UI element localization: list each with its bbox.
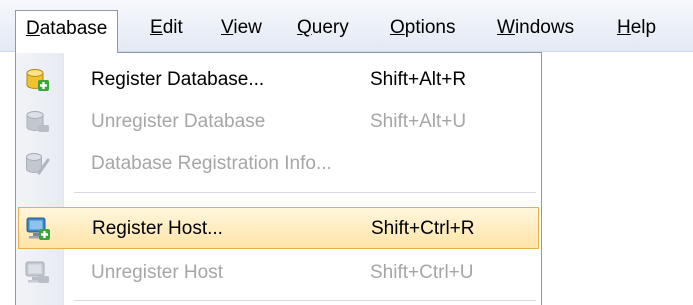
register-host-icon bbox=[26, 217, 50, 240]
menu-item-register-host[interactable]: Register Host... Shift+Ctrl+R bbox=[18, 207, 539, 249]
menu-item-database-registration-info[interactable]: Database Registration Info... bbox=[18, 143, 539, 185]
menu-database-rest: atabase bbox=[39, 18, 108, 39]
menu-item-unregister-host[interactable]: Unregister Host Shift+Ctrl+U bbox=[18, 252, 539, 294]
unregister-host-icon bbox=[25, 261, 49, 283]
menu-windows-accel: W bbox=[497, 17, 515, 38]
menu-view[interactable]: View bbox=[211, 10, 272, 46]
menu-item-shortcut: Shift+Ctrl+R bbox=[371, 218, 475, 239]
app-window: Database Edit View Query Options Windows… bbox=[0, 0, 693, 305]
menu-item-label: Unregister Host bbox=[91, 262, 223, 283]
menu-database-accel: D bbox=[26, 18, 40, 39]
menu-item-shortcut: Shift+Alt+R bbox=[370, 69, 467, 90]
menu-item-label: Register Database... bbox=[91, 69, 265, 90]
menu-item-label: Database Registration Info... bbox=[91, 153, 332, 174]
menu-query-accel: Q bbox=[297, 17, 312, 38]
menu-view-rest: iew bbox=[233, 17, 262, 38]
database-dropdown-menu: Register Database... Shift+Alt+R Unregis… bbox=[15, 52, 542, 305]
menu-item-label: Register Host... bbox=[92, 218, 223, 239]
menu-help-accel: H bbox=[617, 17, 631, 38]
menu-edit-rest: dit bbox=[162, 17, 183, 38]
menu-edit[interactable]: Edit bbox=[140, 10, 193, 46]
menu-item-label: Unregister Database bbox=[91, 111, 266, 132]
menu-item-shortcut: Shift+Alt+U bbox=[370, 111, 467, 132]
menu-windows[interactable]: Windows bbox=[487, 10, 584, 46]
menu-separator bbox=[74, 192, 536, 193]
menu-help[interactable]: Help bbox=[607, 10, 666, 46]
unregister-database-icon bbox=[26, 111, 49, 132]
menu-bar: Database Edit View Query Options Windows… bbox=[0, 0, 693, 53]
menu-item-shortcut: Shift+Ctrl+U bbox=[370, 262, 474, 283]
menu-separator bbox=[74, 300, 536, 301]
database-info-icon bbox=[26, 153, 50, 175]
menu-view-accel: V bbox=[221, 17, 234, 38]
menu-query-rest: uery bbox=[311, 17, 349, 38]
menu-options-accel: O bbox=[390, 17, 405, 38]
menu-query[interactable]: Query bbox=[287, 10, 359, 46]
menu-windows-rest: indows bbox=[514, 17, 575, 38]
menu-edit-accel: E bbox=[150, 17, 163, 38]
menu-item-register-database[interactable]: Register Database... Shift+Alt+R bbox=[18, 59, 539, 101]
menu-database[interactable]: Database bbox=[15, 10, 119, 53]
register-database-icon bbox=[26, 69, 49, 91]
menu-options[interactable]: Options bbox=[380, 10, 465, 46]
menu-help-rest: elp bbox=[630, 17, 657, 38]
menu-options-rest: ptions bbox=[404, 17, 456, 38]
menu-item-unregister-database[interactable]: Unregister Database Shift+Alt+U bbox=[18, 101, 539, 143]
